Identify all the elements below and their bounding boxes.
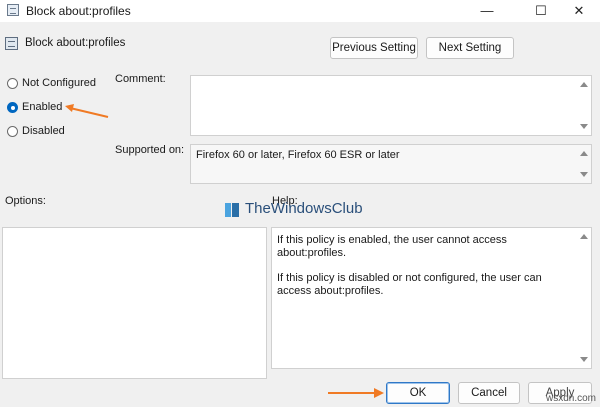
annotation-arrow-enabled [65,104,109,118]
policy-setting-icon [5,37,18,50]
scroll-up-icon[interactable] [580,151,588,156]
windows-logo-icon [225,203,239,217]
window-title: Block about:profiles [26,4,131,18]
close-icon[interactable]: ✕ [560,0,598,22]
help-paragraph-1: If this policy is enabled, the user cann… [277,234,507,259]
options-pane[interactable] [2,227,267,379]
radio-disabled-label: Disabled [22,125,65,137]
scroll-up-icon[interactable] [580,82,588,87]
supported-scrollbar[interactable] [577,145,591,183]
minimize-icon[interactable]: — [468,0,506,22]
radio-enabled-control[interactable] [7,102,18,113]
site-watermark: wsxdn.com [545,393,596,404]
comment-textarea[interactable] [190,75,592,136]
cancel-button[interactable]: Cancel [458,382,520,404]
title-bar: Block about:profiles — ☐ ✕ [0,0,600,22]
policy-app-icon [7,4,19,16]
radio-not-configured-control[interactable] [7,78,18,89]
scroll-down-icon[interactable] [580,124,588,129]
scroll-down-icon[interactable] [580,172,588,177]
next-setting-button[interactable]: Next Setting [426,37,514,59]
help-pane: If this policy is enabled, the user cann… [271,227,592,369]
help-paragraph-2: If this policy is disabled or not config… [277,272,542,297]
annotation-arrow-ok [328,388,384,398]
comment-label: Comment: [115,73,166,85]
scroll-up-icon[interactable] [580,234,588,239]
policy-name: Block about:profiles [25,37,126,49]
radio-enabled-label: Enabled [22,101,63,113]
options-label: Options: [5,195,46,207]
comment-scrollbar[interactable] [577,76,591,135]
help-scrollbar[interactable] [577,228,591,368]
scroll-down-icon[interactable] [580,357,588,362]
maximize-icon[interactable]: ☐ [522,0,560,22]
ok-button[interactable]: OK [386,382,450,404]
supported-on-label: Supported on: [115,144,185,156]
radio-disabled-control[interactable] [7,126,18,137]
previous-setting-button[interactable]: Previous Setting [330,37,418,59]
supported-on-field: Firefox 60 or later, Firefox 60 ESR or l… [190,144,592,184]
supported-on-value: Firefox 60 or later, Firefox 60 ESR or l… [196,149,400,161]
radio-not-configured-label: Not Configured [22,77,96,89]
